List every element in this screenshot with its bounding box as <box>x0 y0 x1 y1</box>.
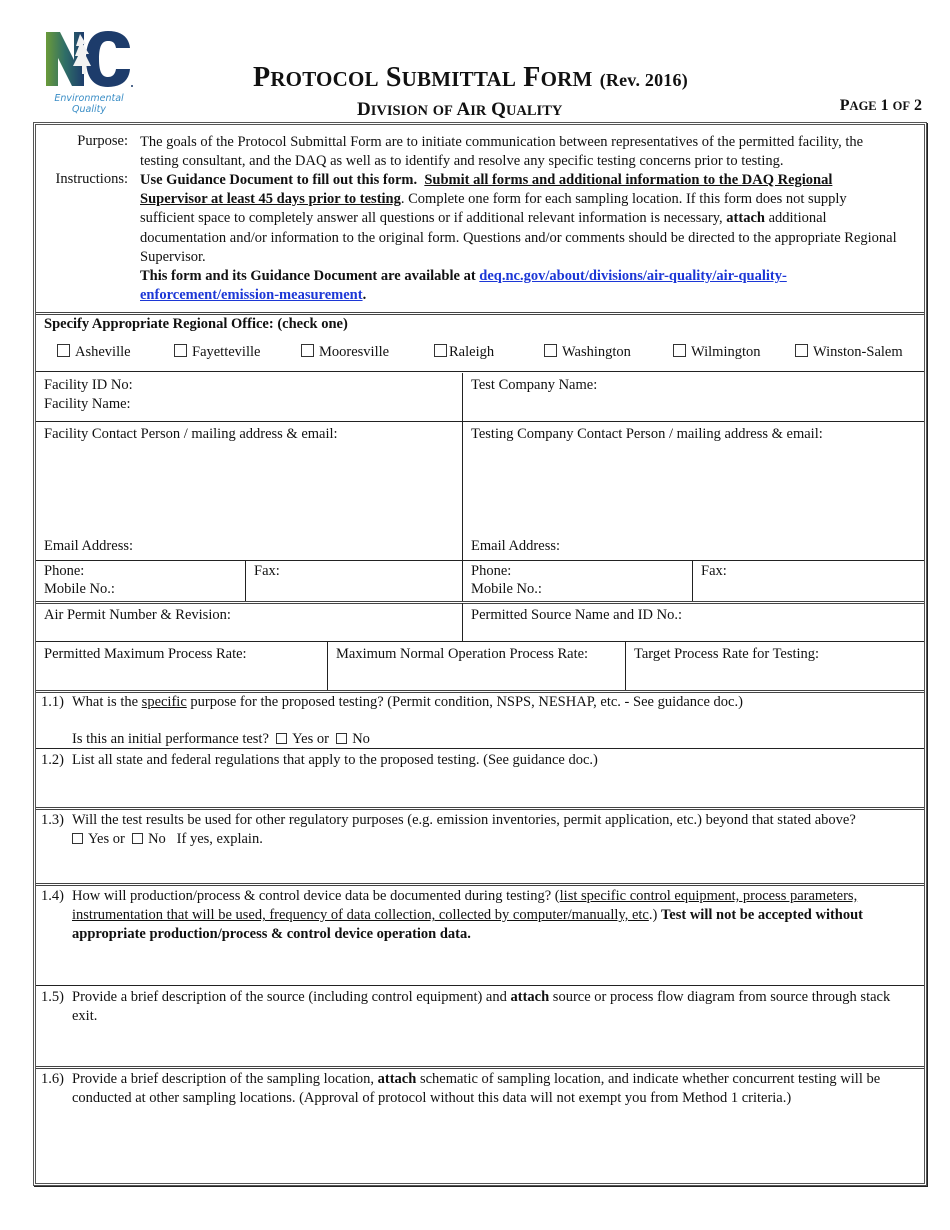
facility-name-label: Facility Name: <box>44 396 131 412</box>
facility-phone-field[interactable]: Phone: Mobile No.: <box>36 561 245 601</box>
phone-section: Phone: Mobile No.: Fax: Phone: Mobile No… <box>36 561 924 604</box>
revision: (Rev. 2016) <box>599 70 688 90</box>
testing-phone-field[interactable]: Phone: Mobile No.: <box>462 561 693 601</box>
question-1-6[interactable]: 1.6) Provide a brief description of the … <box>36 1068 924 1183</box>
question-text: List all state and federal regulations t… <box>72 752 598 768</box>
other-purpose-yes[interactable]: Yes or <box>72 831 125 847</box>
regional-office-title: Specify Appropriate Regional Office: (ch… <box>44 316 348 332</box>
form-frame: Purpose: The goals of the Protocol Submi… <box>33 122 927 1186</box>
test-company-name-field[interactable]: Test Company Name: <box>462 373 924 421</box>
office-option-raleigh[interactable]: Raleigh <box>434 344 494 361</box>
office-option-winston-salem[interactable]: Winston-Salem <box>795 344 903 361</box>
checkbox[interactable] <box>72 833 83 845</box>
testing-contact-label: Testing Company Contact Person / mailing… <box>471 426 823 442</box>
office-option-asheville[interactable]: Asheville <box>57 344 131 361</box>
instructions-text: Use Guidance Document to fill out this f… <box>140 172 897 304</box>
facility-contact-label: Facility Contact Person / mailing addres… <box>44 426 338 442</box>
question-number: 1.1) <box>41 694 64 710</box>
target-rate-field[interactable]: Target Process Rate for Testing: <box>625 642 924 690</box>
office-option-wilmington[interactable]: Wilmington <box>673 344 761 361</box>
nc-deq-logo-icon <box>46 31 133 87</box>
question-1-1[interactable]: 1.1) What is the specific purpose for th… <box>36 691 924 749</box>
initial-test-question: Is this an initial performance test? Yes… <box>72 731 370 748</box>
testing-fax-label: Fax: <box>701 563 727 579</box>
form-title: PROTOCOL SUBMITTAL FORM (Rev. 2016) <box>253 62 688 93</box>
air-permit-field[interactable]: Air Permit Number & Revision: <box>36 603 462 641</box>
logo-caption: Environmental Quality <box>54 93 124 115</box>
facility-id-field[interactable]: Facility ID No: Facility Name: <box>36 373 462 421</box>
question-1-4[interactable]: 1.4) How will production/process & contr… <box>36 885 924 986</box>
page-number: PAGE 1 OF 2 <box>839 97 922 114</box>
office-option-mooresville[interactable]: Mooresville <box>301 344 389 361</box>
air-permit-label: Air Permit Number & Revision: <box>44 607 231 623</box>
testing-fax-field[interactable]: Fax: <box>692 561 924 601</box>
regional-office-options: Asheville Fayetteville Mooresville Ralei… <box>57 344 924 364</box>
facility-email-label: Email Address: <box>44 538 134 554</box>
question-text: Will the test results be used for other … <box>72 812 856 828</box>
question-text: How will production/process & control de… <box>72 888 864 943</box>
checkbox[interactable] <box>174 344 187 357</box>
testing-phone-label: Phone: <box>471 563 512 579</box>
checkbox[interactable] <box>673 344 686 357</box>
other-purpose-no[interactable]: No <box>132 831 166 847</box>
max-normal-rate-label: Maximum Normal Operation Process Rate: <box>336 646 589 662</box>
checkbox[interactable] <box>57 344 70 357</box>
testing-contact-field[interactable]: Testing Company Contact Person / mailing… <box>462 422 924 560</box>
checkbox[interactable] <box>132 833 144 845</box>
process-rates-section: Permitted Maximum Process Rate: Maximum … <box>36 642 924 693</box>
office-option-washington[interactable]: Washington <box>544 344 631 361</box>
checkbox[interactable] <box>276 733 288 745</box>
facility-mobile-label: Mobile No.: <box>44 581 115 597</box>
checkbox[interactable] <box>434 344 447 357</box>
facility-contact-field[interactable]: Facility Contact Person / mailing addres… <box>36 422 462 560</box>
target-rate-label: Target Process Rate for Testing: <box>634 646 820 662</box>
question-number: 1.2) <box>41 752 64 768</box>
instructions-label: Instructions: <box>55 171 129 187</box>
division-title: DIVISION OF AIR QUALITY <box>357 99 563 120</box>
question-number: 1.3) <box>41 812 64 828</box>
regional-office-section: Specify Appropriate Regional Office: (ch… <box>36 314 924 372</box>
checkbox[interactable] <box>795 344 808 357</box>
explain-label: If yes, explain. <box>176 831 263 848</box>
question-number: 1.6) <box>41 1071 64 1087</box>
initial-test-no[interactable]: No <box>336 731 370 747</box>
checkbox[interactable] <box>301 344 314 357</box>
permit-section: Air Permit Number & Revision: Permitted … <box>36 603 924 642</box>
permitted-source-label: Permitted Source Name and ID No.: <box>471 607 683 623</box>
facility-section: Facility ID No: Facility Name: Test Comp… <box>36 373 924 422</box>
checkbox[interactable] <box>336 733 348 745</box>
question-text: Provide a brief description of the sourc… <box>72 989 891 1025</box>
checkbox[interactable] <box>544 344 557 357</box>
question-1-5[interactable]: 1.5) Provide a brief description of the … <box>36 986 924 1069</box>
testing-mobile-label: Mobile No.: <box>471 581 542 597</box>
permitted-max-rate-label: Permitted Maximum Process Rate: <box>44 646 247 662</box>
intro-section: Purpose: The goals of the Protocol Submi… <box>36 125 924 315</box>
question-1-3[interactable]: 1.3) Will the test results be used for o… <box>36 809 924 886</box>
testing-email-label: Email Address: <box>471 538 561 554</box>
test-company-name-label: Test Company Name: <box>471 377 598 393</box>
initial-test-yes[interactable]: Yes or <box>276 731 329 747</box>
question-1-2[interactable]: 1.2) List all state and federal regulati… <box>36 749 924 810</box>
facility-fax-label: Fax: <box>254 563 280 579</box>
question-number: 1.5) <box>41 989 64 1005</box>
facility-phone-label: Phone: <box>44 563 85 579</box>
purpose-label: Purpose: <box>77 133 128 149</box>
purpose-text: The goals of the Protocol Submittal Form… <box>140 134 864 170</box>
question-text: Provide a brief description of the sampl… <box>72 1071 881 1107</box>
facility-fax-field[interactable]: Fax: <box>245 561 463 601</box>
question-number: 1.4) <box>41 888 64 904</box>
permitted-source-field[interactable]: Permitted Source Name and ID No.: <box>462 603 924 641</box>
office-option-fayetteville[interactable]: Fayetteville <box>174 344 260 361</box>
question-text: What is the specific purpose for the pro… <box>72 694 743 710</box>
facility-id-label: Facility ID No: <box>44 377 133 393</box>
contact-section: Facility Contact Person / mailing addres… <box>36 422 924 561</box>
other-purpose-options: Yes or No If yes, explain. <box>72 830 916 849</box>
max-normal-rate-field[interactable]: Maximum Normal Operation Process Rate: <box>327 642 626 690</box>
permitted-max-rate-field[interactable]: Permitted Maximum Process Rate: <box>36 642 327 690</box>
